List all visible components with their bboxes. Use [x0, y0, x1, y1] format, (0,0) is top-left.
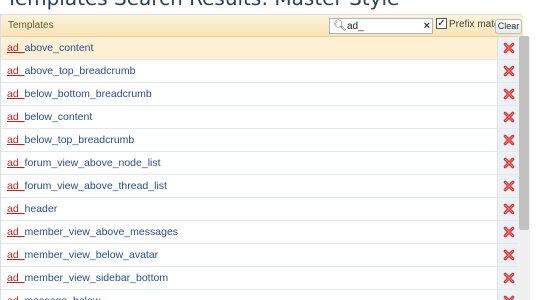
template-prefix: ad_: [7, 249, 25, 261]
template-prefix: ad_: [7, 88, 25, 100]
panel-header: Templates 🔍︎ × ✓ Prefix match Clear: [1, 15, 523, 37]
delete-cell: [497, 175, 519, 197]
template-link[interactable]: ad_header: [7, 203, 57, 215]
delete-cell: [497, 244, 519, 266]
template-row-main[interactable]: ad_above_content: [1, 37, 497, 59]
template-name: header: [24, 203, 58, 215]
template-prefix: ad_: [7, 65, 25, 77]
scrollbar[interactable]: [518, 36, 530, 300]
template-prefix: ad_: [7, 226, 25, 238]
template-link[interactable]: ad_below_bottom_breadcrumb: [7, 88, 152, 100]
delete-icon[interactable]: [503, 226, 515, 238]
template-prefix: ad_: [7, 295, 25, 300]
template-row: ad_below_content: [1, 106, 523, 129]
delete-cell: [497, 152, 519, 174]
template-name: member_view_sidebar_bottom: [24, 272, 169, 284]
template-row: ad_above_content: [1, 37, 523, 60]
delete-cell: [497, 221, 519, 243]
search-box[interactable]: 🔍︎ ×: [329, 18, 433, 34]
template-row-main[interactable]: ad_message_below: [1, 290, 497, 300]
template-name: below_content: [24, 111, 93, 123]
template-link[interactable]: ad_above_top_breadcrumb: [7, 65, 135, 77]
delete-icon[interactable]: [503, 180, 515, 192]
template-prefix: ad_: [7, 180, 25, 192]
template-name: forum_view_above_thread_list: [24, 180, 167, 192]
template-link[interactable]: ad_above_content: [7, 42, 93, 54]
template-link[interactable]: ad_member_view_above_messages: [7, 226, 178, 238]
delete-icon[interactable]: [503, 111, 515, 123]
template-row: ad_message_below: [1, 290, 523, 300]
delete-cell: [497, 198, 519, 220]
template-row: ad_forum_view_above_thread_list: [1, 175, 523, 198]
template-row-main[interactable]: ad_member_view_below_avatar: [1, 244, 497, 266]
template-name: below_bottom_breadcrumb: [24, 88, 152, 100]
delete-icon[interactable]: [503, 65, 515, 77]
template-prefix: ad_: [7, 203, 25, 215]
template-row-main[interactable]: ad_below_content: [1, 106, 497, 128]
template-row-main[interactable]: ad_member_view_above_messages: [1, 221, 497, 243]
delete-icon[interactable]: [503, 249, 515, 261]
template-row-main[interactable]: ad_below_top_breadcrumb: [1, 129, 497, 151]
template-link[interactable]: ad_forum_view_above_node_list: [7, 157, 161, 169]
panel-title: Templates: [8, 20, 54, 31]
template-row-main[interactable]: ad_above_top_breadcrumb: [1, 60, 497, 82]
delete-cell: [497, 37, 519, 59]
template-row: ad_below_top_breadcrumb: [1, 129, 523, 152]
template-link[interactable]: ad_below_content: [7, 111, 92, 123]
template-link[interactable]: ad_message_below: [7, 295, 100, 300]
template-prefix: ad_: [7, 42, 25, 54]
delete-cell: [497, 83, 519, 105]
template-link[interactable]: ad_below_top_breadcrumb: [7, 134, 134, 146]
template-name: member_view_below_avatar: [24, 249, 159, 261]
template-row-main[interactable]: ad_header: [1, 198, 497, 220]
template-row-main[interactable]: ad_forum_view_above_thread_list: [1, 175, 497, 197]
template-name: forum_view_above_node_list: [24, 157, 161, 169]
page-title: Templates Search Results: Master Style: [6, 0, 399, 10]
delete-cell: [497, 60, 519, 82]
clear-button[interactable]: Clear: [495, 19, 522, 34]
template-row: ad_member_view_above_messages: [1, 221, 523, 244]
scrollbar-thumb[interactable]: [519, 36, 529, 230]
template-row-main[interactable]: ad_member_view_sidebar_bottom: [1, 267, 497, 289]
template-prefix: ad_: [7, 157, 25, 169]
delete-icon[interactable]: [503, 42, 515, 54]
templates-panel: Templates 🔍︎ × ✓ Prefix match Clear ad_a…: [0, 14, 523, 300]
search-input[interactable]: [347, 19, 419, 33]
delete-icon[interactable]: [503, 272, 515, 284]
template-link[interactable]: ad_forum_view_above_thread_list: [7, 180, 167, 192]
template-prefix: ad_: [7, 134, 25, 146]
template-name: message_below: [25, 295, 101, 300]
template-name: below_top_breadcrumb: [24, 134, 135, 146]
delete-icon[interactable]: [503, 157, 515, 169]
template-link[interactable]: ad_member_view_sidebar_bottom: [7, 272, 168, 284]
clear-search-icon[interactable]: ×: [424, 19, 430, 33]
template-row: ad_header: [1, 198, 523, 221]
template-row: ad_below_bottom_breadcrumb: [1, 83, 523, 106]
delete-cell: [497, 129, 519, 151]
search-icon: 🔍︎: [333, 20, 347, 32]
delete-icon[interactable]: [503, 88, 515, 100]
template-row: ad_member_view_sidebar_bottom: [1, 267, 523, 290]
template-row: ad_forum_view_above_node_list: [1, 152, 523, 175]
prefix-match-checkbox[interactable]: ✓: [436, 18, 447, 29]
template-prefix: ad_: [7, 111, 25, 123]
delete-icon[interactable]: [503, 203, 515, 215]
delete-icon[interactable]: [503, 295, 515, 300]
template-name: above_top_breadcrumb: [24, 65, 136, 77]
template-row-main[interactable]: ad_below_bottom_breadcrumb: [1, 83, 497, 105]
delete-cell: [497, 106, 519, 128]
delete-cell: [497, 290, 519, 300]
delete-icon[interactable]: [503, 134, 515, 146]
template-link[interactable]: ad_member_view_below_avatar: [7, 249, 158, 261]
template-prefix: ad_: [7, 272, 25, 284]
template-name: above_content: [24, 42, 94, 54]
template-row-main[interactable]: ad_forum_view_above_node_list: [1, 152, 497, 174]
template-list: ad_above_content ad_above_top_breadcrumb a…: [1, 37, 523, 300]
template-row: ad_member_view_below_avatar: [1, 244, 523, 267]
delete-cell: [497, 267, 519, 289]
template-name: member_view_above_messages: [24, 226, 179, 238]
template-row: ad_above_top_breadcrumb: [1, 60, 523, 83]
